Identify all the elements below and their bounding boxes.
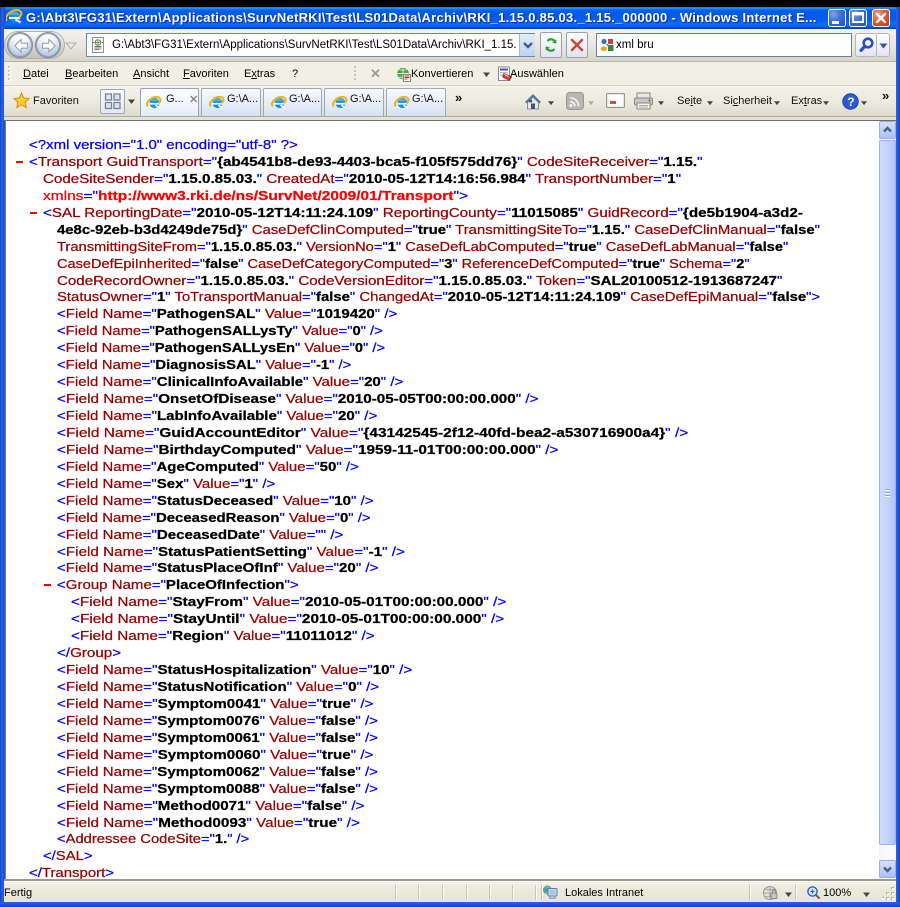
svg-text:?: ? [847, 95, 854, 109]
